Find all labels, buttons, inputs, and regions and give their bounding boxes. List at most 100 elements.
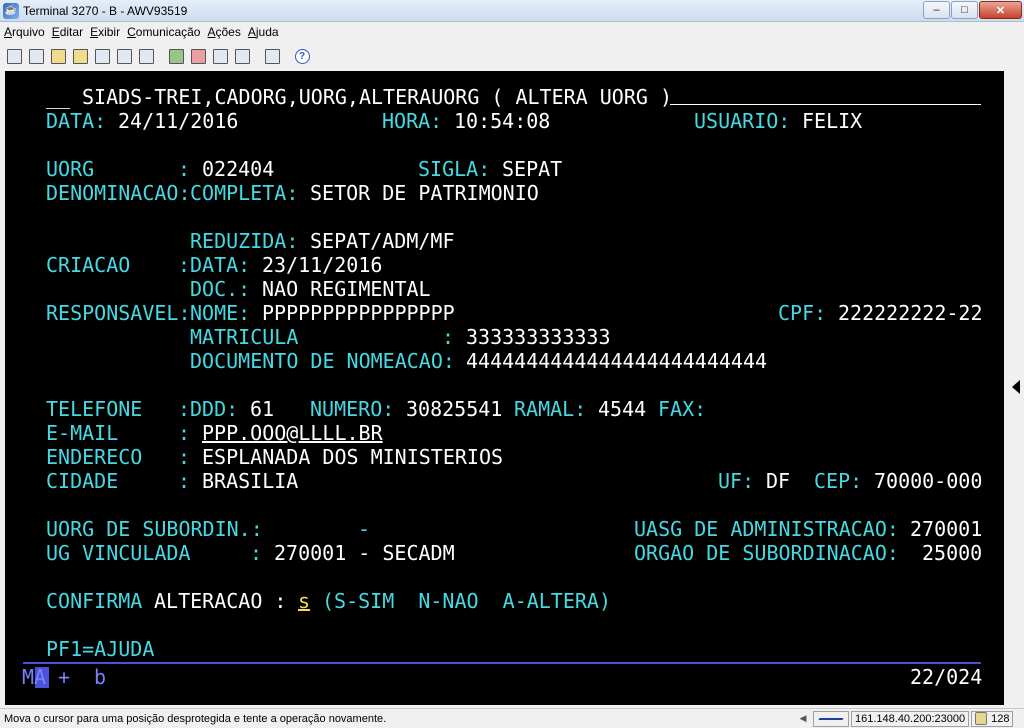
telefone-colon: : [178, 397, 191, 421]
copy-icon [50, 48, 66, 64]
matricula-value: 333333333333 [466, 325, 611, 349]
doc-nomeacao-value: 4444444444444444444444444 [466, 349, 768, 373]
cidade-label: CIDADE [46, 469, 119, 493]
matricula-label: MATRICULA [190, 325, 299, 349]
send-file-icon [168, 48, 184, 64]
criacao-data-value: 23/11/2016 [262, 253, 383, 277]
status-scroll-left-icon[interactable]: ◀ [795, 711, 811, 727]
side-panel-toggle-icon[interactable] [1012, 380, 1020, 394]
copy-button[interactable] [47, 45, 69, 67]
menu-comunicacao[interactable]: Comunicação [127, 25, 200, 39]
connect-icon [212, 48, 228, 64]
confirma-input[interactable]: s [298, 589, 310, 613]
keypad-button[interactable] [135, 45, 157, 67]
maximize-button[interactable]: □ [951, 1, 978, 19]
toolbar: ? [0, 42, 1024, 70]
menu-arquivo[interactable]: Arquivo [4, 25, 45, 39]
window-title: Terminal 3270 - B - AWV93519 [23, 3, 188, 18]
header-prefix: __ [46, 85, 71, 109]
oia-session: b [94, 665, 107, 689]
disconnect-icon [234, 48, 250, 64]
criacao-colon: : [178, 253, 191, 277]
numero-value: 30825541 [406, 397, 503, 421]
uasg-value: 270001 [910, 517, 983, 541]
window-titlebar[interactable]: ☕ Terminal 3270 - B - AWV93519 – □ ✕ [0, 0, 1024, 22]
alteracao-label: ALTERACAO : [154, 589, 287, 613]
sigla-value: SEPAT [502, 157, 563, 181]
cidade-colon: : [178, 469, 191, 493]
cpf-label: CPF: [778, 301, 827, 325]
print-screen-button[interactable] [3, 45, 25, 67]
completa-value: SETOR DE PATRIMONIO [310, 181, 539, 205]
receive-file-button[interactable] [187, 45, 209, 67]
nome-label: NOME: [190, 301, 251, 325]
help-button[interactable]: ? [291, 45, 313, 67]
uorg-label: UORG [46, 157, 95, 181]
network-icon [817, 713, 845, 725]
criacao-data-label: DATA: [190, 253, 251, 277]
macro-icon [116, 48, 132, 64]
reduzida-value: SEPAT/ADM/MF [310, 229, 455, 253]
screen-title: SIADS-TREI,CADORG,UORG,ALTERAUORG ( ALTE… [82, 85, 673, 109]
cep-value: 70000-000 [874, 469, 983, 493]
cpf-value: 222222222-22 [838, 301, 983, 325]
paste-button[interactable] [69, 45, 91, 67]
confirma-options: (S-SIM N-NAO A-ALTERA) [322, 589, 611, 613]
ug-vinculada-value: 270001 - SECADM [274, 541, 455, 565]
orgao-value: 25000 [922, 541, 983, 565]
ddd-value: 61 [250, 397, 275, 421]
paste-icon [72, 48, 88, 64]
pf1-help-key[interactable]: PF1=AJUDA [46, 637, 154, 661]
close-button[interactable]: ✕ [979, 1, 1022, 19]
oia-cursor-position: 22/024 [910, 665, 983, 689]
usuario-label: USUARIO: [694, 109, 791, 133]
uorg-value: 022404 [202, 157, 275, 181]
minimize-button[interactable]: – [923, 1, 950, 19]
denominacao-label: DENOMINACAO: [46, 181, 191, 205]
numero-label: NUMERO: [310, 397, 395, 421]
responsavel-label: RESPONSAVEL: [46, 301, 191, 325]
endereco-value: ESPLANADA DOS MINISTERIOS [202, 445, 504, 469]
receive-file-icon [190, 48, 206, 64]
confirma-label: CONFIRMA [46, 589, 143, 613]
telefone-label: TELEFONE [46, 397, 143, 421]
ug-vinculada-colon: : [250, 541, 263, 565]
menu-acoes[interactable]: Ações [207, 25, 240, 39]
uorg-subordin-value: - [358, 517, 371, 541]
terminal-app-icon: ☕ [3, 2, 19, 19]
ddd-label: DDD: [190, 397, 239, 421]
doc-label: DOC.: [190, 277, 251, 301]
macro-button[interactable] [113, 45, 135, 67]
menu-editar[interactable]: Editar [52, 25, 83, 39]
print-setup-button[interactable] [25, 45, 47, 67]
sigla-label: SIGLA: [418, 157, 491, 181]
uorg-subordin-label: UORG DE SUBORDIN.: [46, 517, 263, 541]
cut-icon [94, 48, 110, 64]
hora-label: HORA: [382, 109, 443, 133]
security-status: 128 [971, 710, 1014, 727]
uf-label: UF: [718, 469, 755, 493]
settings-button[interactable] [261, 45, 283, 67]
connect-button[interactable] [209, 45, 231, 67]
matricula-colon: : [442, 325, 455, 349]
print-screen-icon [6, 48, 22, 64]
status-bar: Mova o cursor para uma posição desproteg… [0, 708, 1024, 728]
terminal-screen[interactable]: __ SIADS-TREI,CADORG,UORG,ALTERAUORG ( A… [5, 71, 1004, 705]
ramal-label: RAMAL: [514, 397, 587, 421]
header-rule [670, 104, 981, 105]
cep-label: CEP: [814, 469, 863, 493]
ramal-value: 4544 [598, 397, 647, 421]
endereco-colon: : [178, 445, 191, 469]
cut-button[interactable] [91, 45, 113, 67]
disconnect-button[interactable] [231, 45, 253, 67]
menu-exibir[interactable]: Exibir [90, 25, 120, 39]
completa-label: COMPLETA: [190, 181, 299, 205]
send-file-button[interactable] [165, 45, 187, 67]
oia-separator [23, 662, 981, 664]
uasg-label: UASG DE ADMINISTRACAO: [634, 517, 899, 541]
print-setup-icon [28, 48, 44, 64]
menu-ajuda[interactable]: Ajuda [248, 25, 279, 39]
email-value[interactable]: PPP.OOO@LLLL.BR [202, 421, 383, 445]
network-status [813, 710, 849, 727]
criacao-label: CRIACAO [46, 253, 131, 277]
